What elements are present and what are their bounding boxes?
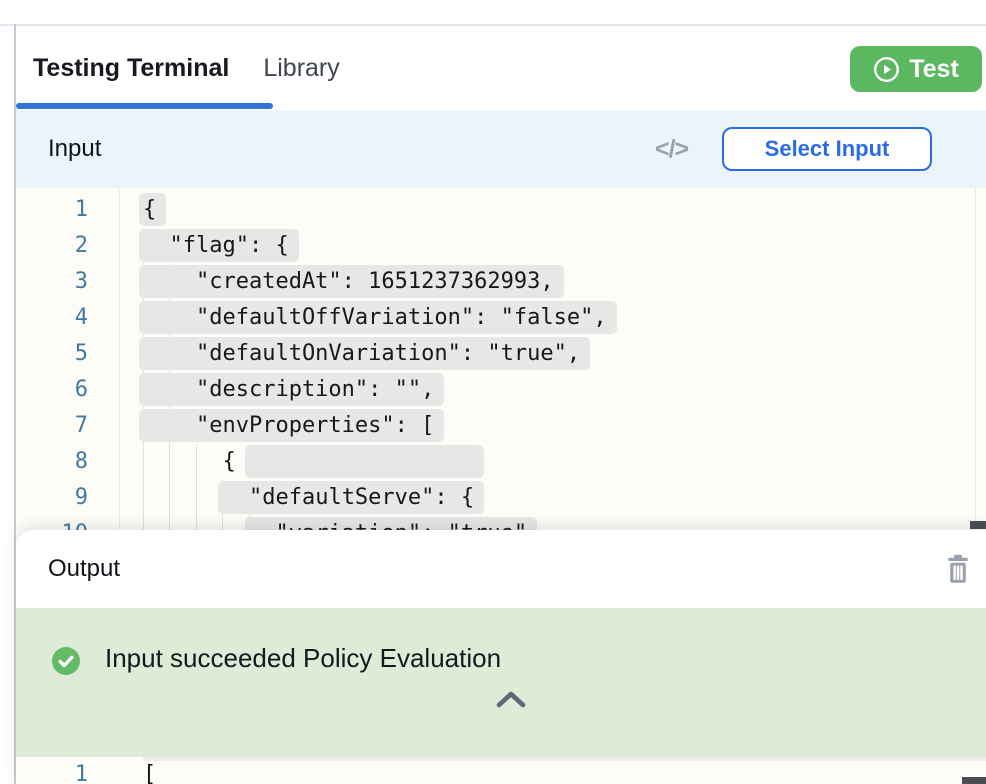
line-number: 1	[16, 192, 88, 228]
input-section-header: Input </> Select Input	[16, 110, 986, 188]
chevron-up-icon	[494, 698, 528, 713]
selection-highlight: "description": "",	[139, 373, 444, 406]
code-text	[143, 485, 222, 510]
selection-highlight: "createdAt": 1651237362993,	[139, 265, 564, 298]
selection-highlight: "defaultOffVariation": "false",	[139, 301, 617, 334]
clear-output-button[interactable]	[944, 553, 972, 585]
line-number: 9	[16, 480, 88, 516]
code-line: 7 "envProperties": [	[16, 408, 986, 444]
line-number: 6	[16, 372, 88, 408]
code-line: 3 "createdAt": 1651237362993,	[16, 264, 986, 300]
code-text: {	[143, 449, 249, 474]
selection-highlight: "defaultServe": {	[218, 481, 484, 514]
selection-highlight	[245, 445, 484, 478]
vertical-scrollbar[interactable]	[975, 188, 986, 530]
play-circle-icon	[873, 56, 900, 83]
code-line: 10 "variation": "true"	[16, 516, 986, 530]
input-title: Input	[48, 135, 101, 163]
output-section-header: Output	[16, 530, 986, 608]
selection-highlight: "variation": "true"	[245, 517, 537, 530]
selection-highlight: "envProperties": [	[139, 409, 444, 442]
code-line: 5 "defaultOnVariation": "true",	[16, 336, 986, 372]
line-number: 3	[16, 264, 88, 300]
line-number: 5	[16, 336, 88, 372]
output-code-editor[interactable]: 1 [	[16, 757, 986, 784]
code-view-icon[interactable]: </>	[655, 110, 688, 188]
code-line: 2 "flag": {	[16, 228, 986, 264]
code-text: [	[88, 757, 156, 784]
selection-highlight: "defaultOnVariation": "true",	[139, 337, 590, 370]
output-editor-top-track	[143, 757, 986, 761]
success-message: Input succeeded Policy Evaluation	[105, 643, 501, 674]
output-panel: Output	[16, 530, 986, 784]
tab-testing-terminal[interactable]: Testing Terminal	[33, 54, 229, 83]
code-text	[143, 521, 249, 530]
output-title: Output	[48, 555, 120, 583]
code-line: 6 "description": "",	[16, 372, 986, 408]
active-tab-underline	[16, 103, 273, 109]
line-number: 4	[16, 300, 88, 336]
code-line: 1 {	[16, 192, 986, 228]
scrollbar-thumb[interactable]	[970, 521, 986, 529]
line-number: 1	[16, 757, 88, 784]
select-input-button[interactable]: Select Input	[722, 127, 932, 171]
scrollbar-thumb[interactable]	[962, 777, 986, 784]
line-number: 2	[16, 228, 88, 264]
code-line: 1 [	[16, 757, 986, 784]
line-number: 7	[16, 408, 88, 444]
line-number: 10	[16, 516, 88, 530]
code-lines: 1 { 2 "flag": { 3 "createdAt": 165123736…	[16, 192, 986, 530]
code-line: 9 "defaultServe": {	[16, 480, 986, 516]
test-button-label: Test	[909, 55, 959, 84]
code-line: 8 {	[16, 444, 986, 480]
testing-terminal-panel: Testing Terminal Library Test Input </> …	[0, 0, 986, 784]
input-code-editor[interactable]: 1 { 2 "flag": { 3 "createdAt": 165123736…	[16, 188, 986, 530]
selection-highlight: "flag": {	[139, 229, 299, 262]
check-circle-icon	[51, 646, 81, 681]
tab-library[interactable]: Library	[263, 54, 339, 83]
line-number: 8	[16, 444, 88, 480]
test-button[interactable]: Test	[850, 46, 982, 92]
selection-highlight: {	[139, 193, 166, 226]
trash-icon	[944, 573, 972, 588]
collapse-output-button[interactable]	[493, 688, 529, 712]
code-line: 4 "defaultOffVariation": "false",	[16, 300, 986, 336]
tab-bar: Testing Terminal Library Test	[16, 26, 986, 110]
success-banner: Input succeeded Policy Evaluation	[16, 608, 986, 757]
